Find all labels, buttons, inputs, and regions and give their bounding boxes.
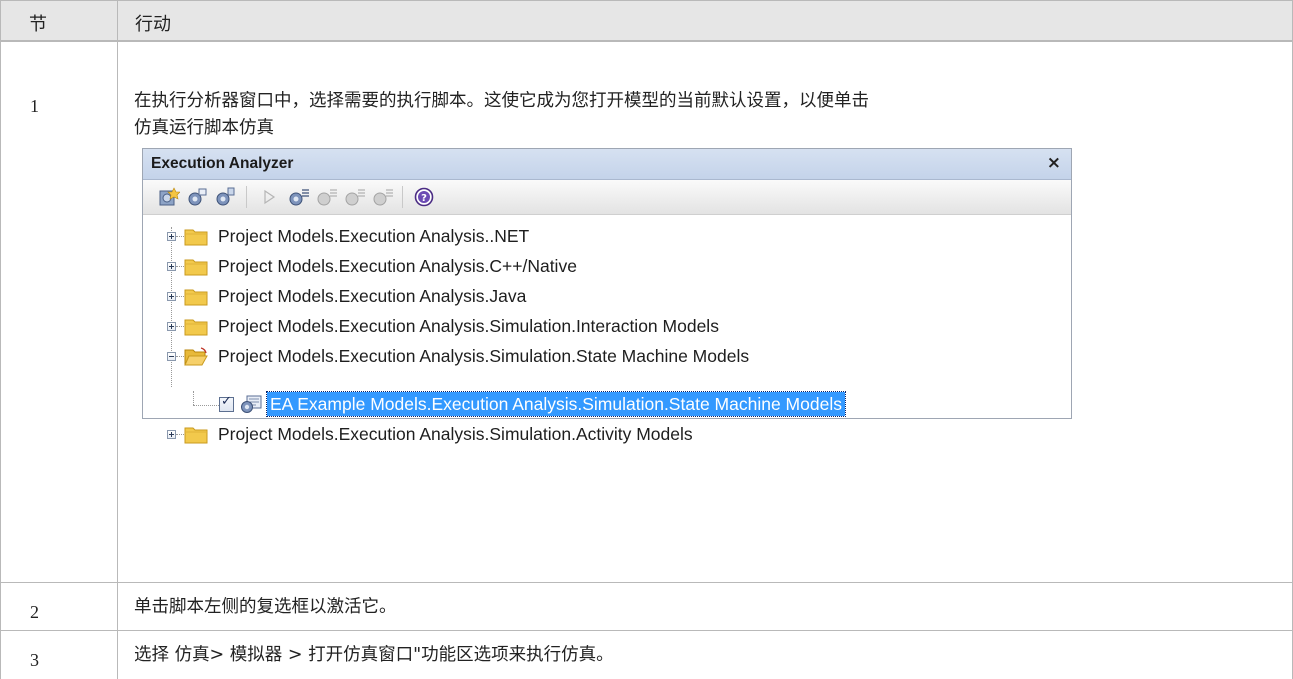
tree-item-label: Project Models.Execution Analysis.Simula… <box>218 316 719 336</box>
header-action: 行动 <box>135 14 171 35</box>
copy-script-icon[interactable] <box>214 187 236 207</box>
tree-item-label: Project Models.Execution Analysis..NET <box>218 226 530 246</box>
svg-text:?: ? <box>421 193 427 204</box>
tree-item-label: Project Models.Execution Analysis.Simula… <box>218 346 750 366</box>
step-into-icon[interactable] <box>344 187 366 207</box>
window-title: Execution Analyzer <box>151 155 294 172</box>
tree-item[interactable]: Project Models.Execution Analysis.Simula… <box>143 344 1063 370</box>
divider <box>0 0 1 679</box>
step-over-icon[interactable] <box>316 187 338 207</box>
expand-icon[interactable] <box>167 262 176 271</box>
window-titlebar: Execution Analyzer × <box>143 149 1071 180</box>
tree-guide <box>176 236 184 237</box>
toolbar-separator <box>246 186 247 208</box>
folder-icon <box>184 229 208 246</box>
folder-icon <box>184 319 208 336</box>
help-icon[interactable]: ? <box>413 187 435 207</box>
tree-item[interactable]: Project Models.Execution Analysis.C++/Na… <box>143 254 1063 280</box>
tree-guide <box>176 296 184 297</box>
expand-icon[interactable] <box>167 292 176 301</box>
row-divider <box>0 40 1293 41</box>
folder-icon <box>184 427 208 444</box>
new-script-icon[interactable] <box>158 187 180 207</box>
execution-analyzer-window: Execution Analyzer × ? Project Models.Ex… <box>142 148 1072 444</box>
script-tree: Project Models.Execution Analysis..NET P… <box>143 215 1071 444</box>
tree-item[interactable]: Project Models.Execution Analysis.Java <box>143 284 1063 310</box>
tree-guide <box>176 356 184 357</box>
tree-item[interactable]: Project Models.Execution Analysis..NET <box>143 224 1063 250</box>
toolbar: ? <box>143 180 1071 215</box>
folder-icon <box>184 289 208 306</box>
tree-guide <box>193 391 194 405</box>
collapse-icon[interactable] <box>167 352 176 361</box>
tree-guide <box>193 405 219 406</box>
tree-item-label: Project Models.Execution Analysis.C++/Na… <box>218 256 577 276</box>
row-text: 在执行分析器窗口中，选择需要的执行脚本。这使它成为您打开模型的当前默认设置，以便… <box>134 88 869 142</box>
row-divider <box>0 630 1293 631</box>
row-number: 3 <box>30 650 39 670</box>
row-text: 单击脚本左侧的复选框以激活它。 <box>134 597 397 617</box>
row-text-line: 在执行分析器窗口中，选择需要的执行脚本。这使它成为您打开模型的当前默认设置，以便… <box>134 91 869 111</box>
selected-script[interactable]: EA Example Models.Execution Analysis.Sim… <box>266 391 846 417</box>
step-out-icon[interactable] <box>372 187 394 207</box>
expand-icon[interactable] <box>167 322 176 331</box>
folder-icon <box>184 259 208 276</box>
tree-item[interactable]: Project Models.Execution Analysis.Simula… <box>143 422 1063 448</box>
tree-item-label: Project Models.Execution Analysis.Java <box>218 286 527 306</box>
header-section: 节 <box>29 14 47 35</box>
script-icon <box>241 395 262 413</box>
debug-icon[interactable] <box>288 187 310 207</box>
expand-icon[interactable] <box>167 430 176 439</box>
tree-item-label: Project Models.Execution Analysis.Simula… <box>218 424 693 444</box>
open-folder-icon <box>184 347 208 366</box>
tree-item[interactable]: Project Models.Execution Analysis.Simula… <box>143 314 1063 340</box>
close-button[interactable]: × <box>1047 153 1061 173</box>
table-header: 节 行动 <box>0 0 1293 42</box>
run-icon[interactable] <box>258 187 280 207</box>
row-number: 2 <box>30 602 39 622</box>
checkmark-icon: ✓ <box>221 394 232 409</box>
column-divider <box>117 0 118 679</box>
script-checkbox[interactable]: ✓ <box>219 394 234 412</box>
expand-icon[interactable] <box>167 232 176 241</box>
row-number: 1 <box>30 96 39 116</box>
tree-guide <box>176 434 184 435</box>
tree-guide <box>176 326 184 327</box>
toolbar-separator <box>402 186 403 208</box>
row-text: 选择 仿真> 模拟器 > 打开仿真窗口"功能区选项来执行仿真。 <box>134 645 614 665</box>
instruction-table: 节 行动 1 在执行分析器窗口中，选择需要的执行脚本。这使它成为您打开模型的当前… <box>0 0 1293 679</box>
edit-script-icon[interactable] <box>186 187 208 207</box>
tree-guide <box>176 266 184 267</box>
row-text-line: 仿真运行脚本仿真 <box>134 118 274 138</box>
row-divider <box>0 582 1293 583</box>
